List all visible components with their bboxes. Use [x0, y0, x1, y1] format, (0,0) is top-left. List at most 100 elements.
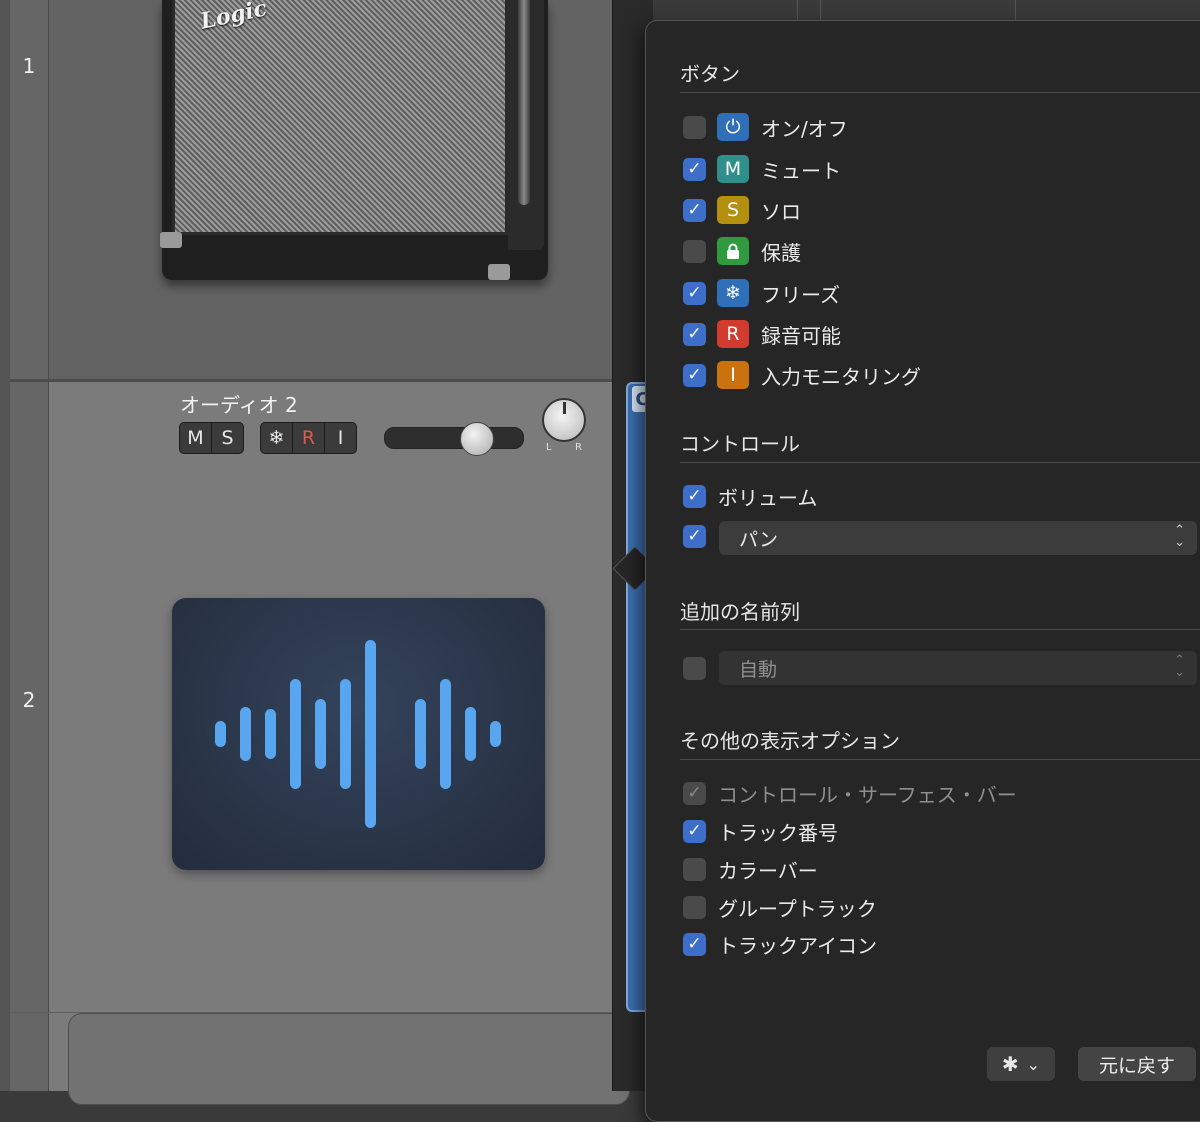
solo-button[interactable]: S	[212, 423, 243, 453]
pan-right-label: R	[575, 442, 582, 453]
button-option-badge-icon: ❄	[717, 279, 749, 307]
display-option-row[interactable]: ✓ トラック番号	[683, 818, 838, 845]
display-option-row: ✓ コントロール・サーフェス・バー	[683, 780, 1017, 807]
name-column-popup-menu: 自動 ⌃ ⌄	[719, 651, 1197, 685]
mute-button[interactable]: M	[180, 423, 212, 453]
display-option-row[interactable]: カラーバー	[683, 856, 818, 883]
grid-line	[797, 0, 798, 20]
button-option-badge-icon: R	[717, 320, 749, 348]
name-column-option-row[interactable]	[683, 655, 706, 681]
button-option-badge-icon	[717, 237, 749, 265]
display-option-label: グループトラック	[718, 896, 877, 921]
grid-line	[1015, 0, 1016, 20]
name-column-checkbox[interactable]	[683, 656, 706, 680]
track-number-1: 1	[22, 54, 36, 78]
pan-popup-menu[interactable]: パン ⌃ ⌄	[719, 521, 1197, 555]
track-number-2: 2	[22, 688, 36, 712]
audio-track-icon[interactable]	[172, 598, 545, 870]
display-option-label: トラック番号	[718, 820, 838, 845]
chevron-up-down-icon: ⌃ ⌄	[1174, 653, 1185, 680]
track-number-column-2	[10, 382, 49, 1091]
controls-section-title: コントロール	[680, 432, 800, 456]
waveform-bar	[265, 709, 276, 759]
button-option-row[interactable]: ✓ I 入力モニタリング	[683, 361, 921, 389]
waveform-bar	[340, 679, 351, 789]
button-option-badge-icon: ⏻	[717, 113, 749, 141]
display-option-checkbox[interactable]	[683, 895, 706, 919]
button-option-row[interactable]: ✓ S ソロ	[683, 196, 801, 224]
grid-line	[820, 0, 821, 20]
volume-option-row[interactable]: ✓ ボリューム	[683, 483, 818, 510]
buttons-section-title: ボタン	[680, 62, 740, 86]
button-option-row[interactable]: ✓ ❄ フリーズ	[683, 279, 840, 307]
pan-checkbox[interactable]: ✓	[683, 524, 706, 548]
record-enable-button[interactable]: R	[293, 423, 325, 453]
button-option-label: ソロ	[761, 199, 801, 224]
input-monitoring-button[interactable]: I	[325, 423, 356, 453]
waveform-bar	[215, 721, 226, 747]
button-option-checkbox[interactable]	[683, 115, 706, 139]
amp-handle	[518, 0, 530, 205]
amp-corner	[160, 232, 182, 248]
display-option-checkbox[interactable]: ✓	[683, 819, 706, 843]
display-options-section-title: その他の表示オプション	[680, 729, 900, 753]
waveform-bar	[490, 721, 501, 747]
button-option-row[interactable]: ✓ R 録音可能	[683, 320, 841, 348]
button-option-row[interactable]: ⏻ オン/オフ	[683, 113, 848, 141]
volume-slider[interactable]	[384, 427, 524, 449]
pan-left-label: L	[546, 442, 552, 453]
amp-grill	[172, 0, 508, 235]
section-divider	[680, 92, 1200, 93]
track-name[interactable]: オーディオ 2	[180, 389, 298, 418]
pan-popup-value: パン	[739, 528, 778, 551]
section-divider	[680, 629, 1200, 630]
button-option-label: フリーズ	[761, 282, 840, 307]
track-divider	[10, 379, 612, 382]
revert-button[interactable]: 元に戻す	[1078, 1047, 1196, 1081]
pan-knob[interactable]	[542, 398, 586, 442]
button-option-checkbox[interactable]: ✓	[683, 363, 706, 387]
freeze-record-input-group: ❄ R I	[260, 422, 357, 454]
display-option-label: カラーバー	[718, 858, 818, 883]
display-option-row[interactable]: グループトラック	[683, 894, 877, 921]
display-option-checkbox: ✓	[683, 781, 706, 805]
button-option-badge-icon: S	[717, 196, 749, 224]
amp-corner	[488, 264, 510, 280]
display-option-label: トラックアイコン	[718, 933, 877, 958]
button-option-label: 保護	[761, 240, 801, 265]
display-option-checkbox[interactable]	[683, 857, 706, 881]
button-option-checkbox[interactable]: ✓	[683, 198, 706, 222]
waveform-bar	[240, 707, 251, 761]
name-column-section-title: 追加の名前列	[680, 600, 800, 624]
display-option-label: コントロール・サーフェス・バー	[718, 782, 1017, 807]
button-option-checkbox[interactable]: ✓	[683, 322, 706, 346]
button-option-row[interactable]: 保護	[683, 237, 801, 265]
mute-solo-group: M S	[179, 422, 244, 454]
button-option-checkbox[interactable]: ✓	[683, 157, 706, 181]
section-divider	[680, 462, 1200, 463]
waveform-bar	[465, 707, 476, 761]
button-option-row[interactable]: ✓ M ミュート	[683, 155, 841, 183]
track-3-icon-placeholder[interactable]	[68, 1013, 630, 1105]
button-option-label: 入力モニタリング	[761, 364, 921, 389]
button-option-checkbox[interactable]	[683, 239, 706, 263]
display-option-checkbox[interactable]: ✓	[683, 932, 706, 956]
waveform-bar	[315, 699, 326, 769]
display-option-row[interactable]: ✓ トラックアイコン	[683, 931, 877, 958]
gear-icon: ✱	[1001, 1052, 1019, 1076]
waveform-bar	[365, 640, 376, 828]
name-column-popup-value: 自動	[739, 658, 778, 681]
button-option-label: オン/オフ	[761, 116, 848, 141]
section-divider	[680, 759, 1200, 760]
freeze-button[interactable]: ❄	[261, 423, 293, 453]
settings-menu-button[interactable]: ✱ ⌄	[987, 1047, 1055, 1081]
pan-option-row[interactable]: ✓	[683, 523, 706, 549]
waveform-bar	[415, 699, 426, 769]
volume-checkbox[interactable]: ✓	[683, 484, 706, 508]
chevron-down-icon: ⌄	[1026, 1054, 1041, 1074]
amp-track-icon[interactable]: Logic	[160, 0, 550, 285]
chevron-up-down-icon: ⌃ ⌄	[1174, 523, 1185, 550]
volume-option-label: ボリューム	[718, 485, 818, 510]
button-option-badge-icon: I	[717, 361, 749, 389]
button-option-checkbox[interactable]: ✓	[683, 281, 706, 305]
